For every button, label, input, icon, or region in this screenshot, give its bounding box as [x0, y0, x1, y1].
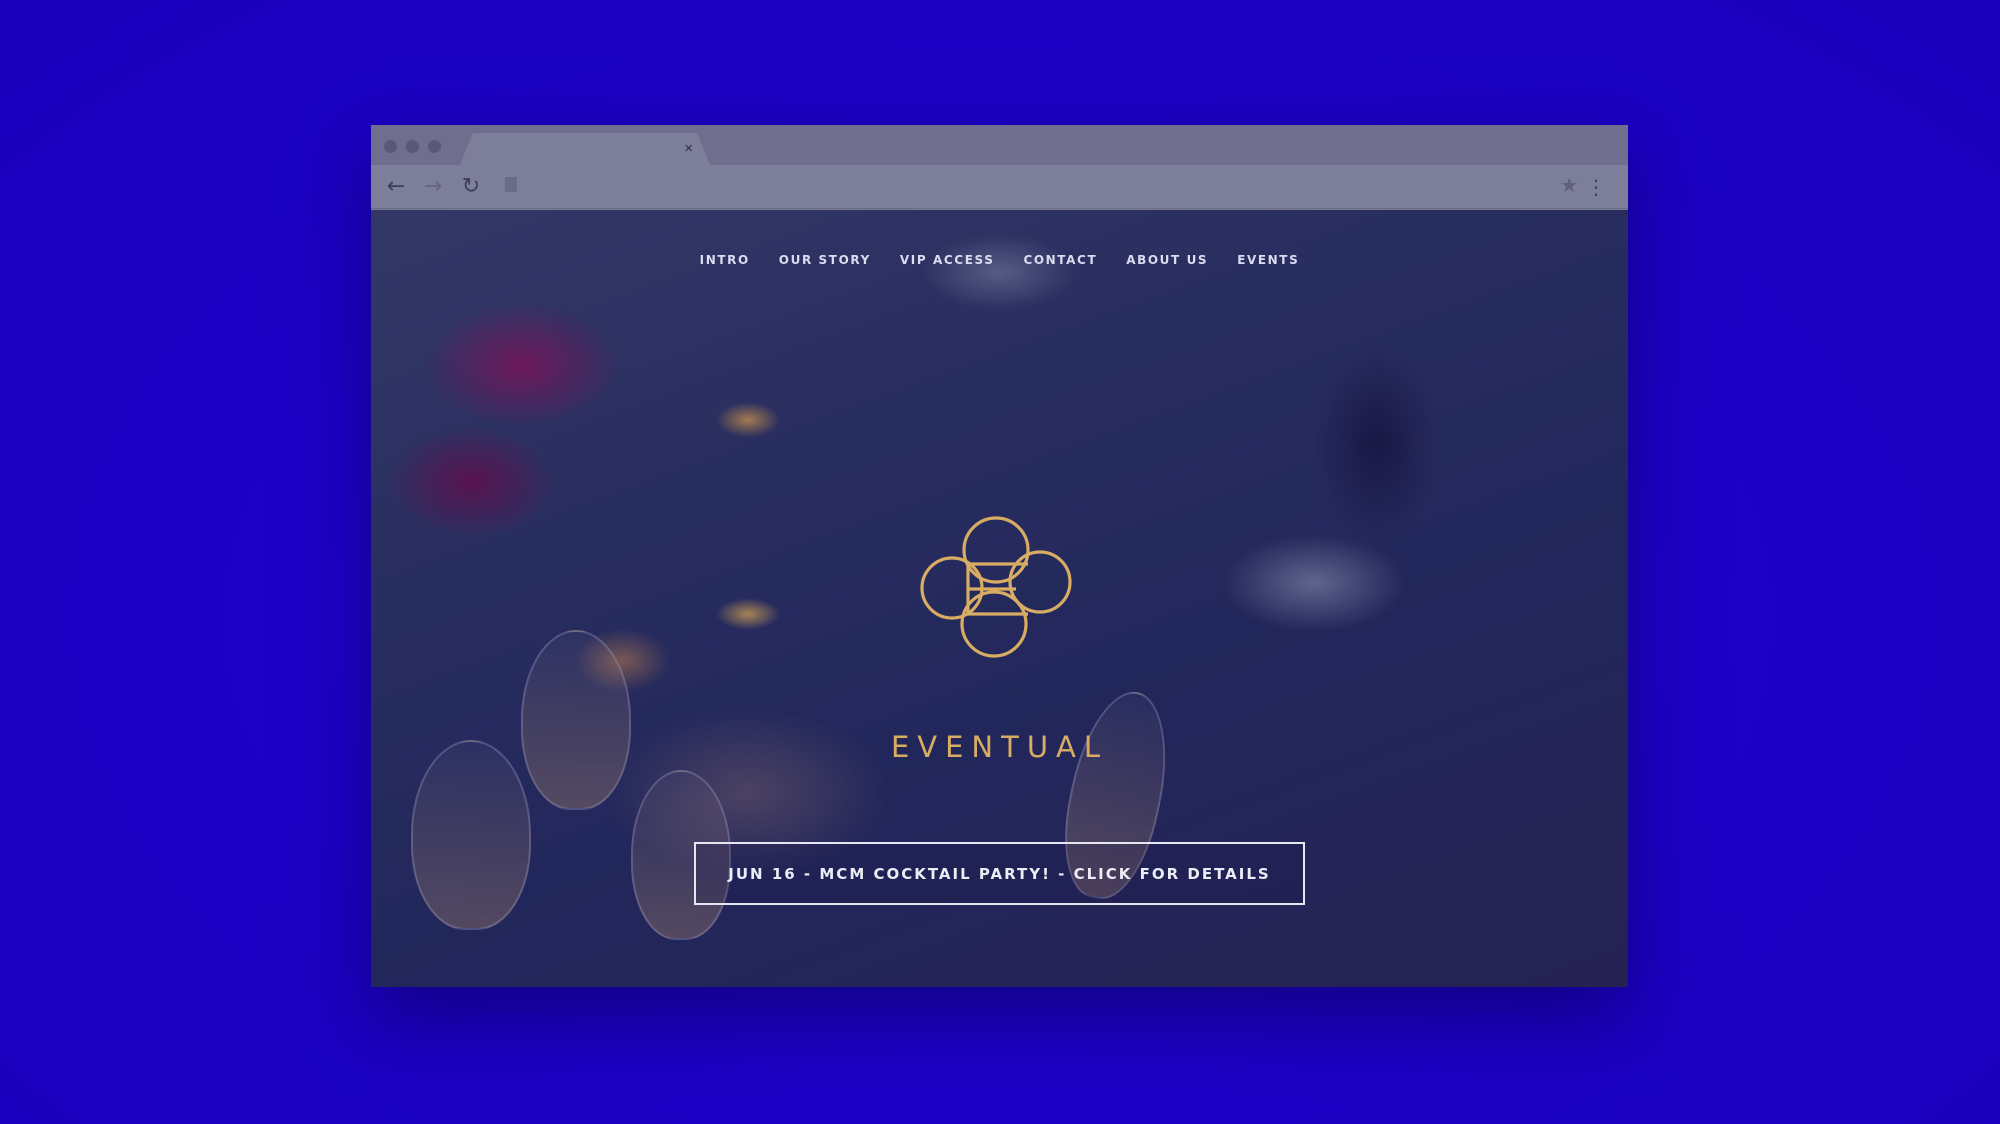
nav-intro[interactable]: INTRO	[700, 253, 750, 267]
tab-bar: ×	[371, 125, 1628, 165]
nav-contact[interactable]: CONTACT	[1023, 253, 1097, 267]
brand-wordmark: EVENTUAL	[890, 730, 1109, 764]
bookmark-star-icon[interactable]: ★	[1560, 173, 1578, 197]
browser-menu-icon[interactable]: ⋮	[1586, 175, 1606, 199]
eventual-logo-icon	[920, 516, 1072, 658]
nav-our-story[interactable]: OUR STORY	[779, 253, 871, 267]
main-navigation: INTRO OUR STORY VIP ACCESS CONTACT ABOUT…	[371, 253, 1628, 267]
window-close-dot[interactable]	[384, 140, 397, 153]
nav-vip-access[interactable]: VIP ACCESS	[900, 253, 995, 267]
browser-window: × ← → ↻ ★ ⋮ INTRO OUR STORY VIP ACCESS C…	[371, 125, 1628, 987]
window-minimize-dot[interactable]	[406, 140, 419, 153]
champagne-glass-image	[411, 740, 531, 930]
browser-tab[interactable]: ×	[459, 133, 711, 167]
forward-arrow-icon[interactable]: →	[421, 175, 445, 199]
reload-icon[interactable]: ↻	[459, 175, 483, 199]
tab-close-icon[interactable]: ×	[684, 140, 693, 158]
nav-events[interactable]: EVENTS	[1237, 253, 1299, 267]
browser-toolbar: ← → ↻ ★ ⋮	[371, 165, 1628, 209]
nav-about-us[interactable]: ABOUT US	[1126, 253, 1208, 267]
hero-section: INTRO OUR STORY VIP ACCESS CONTACT ABOUT…	[371, 210, 1628, 987]
page-document-icon	[505, 177, 517, 192]
window-maximize-dot[interactable]	[428, 140, 441, 153]
back-arrow-icon[interactable]: ←	[384, 175, 408, 199]
event-details-button[interactable]: JUN 16 - MCM COCKTAIL PARTY! - CLICK FOR…	[694, 842, 1305, 905]
champagne-glass-image	[521, 630, 631, 810]
backdrop: × ← → ↻ ★ ⋮ INTRO OUR STORY VIP ACCESS C…	[0, 0, 2000, 1124]
